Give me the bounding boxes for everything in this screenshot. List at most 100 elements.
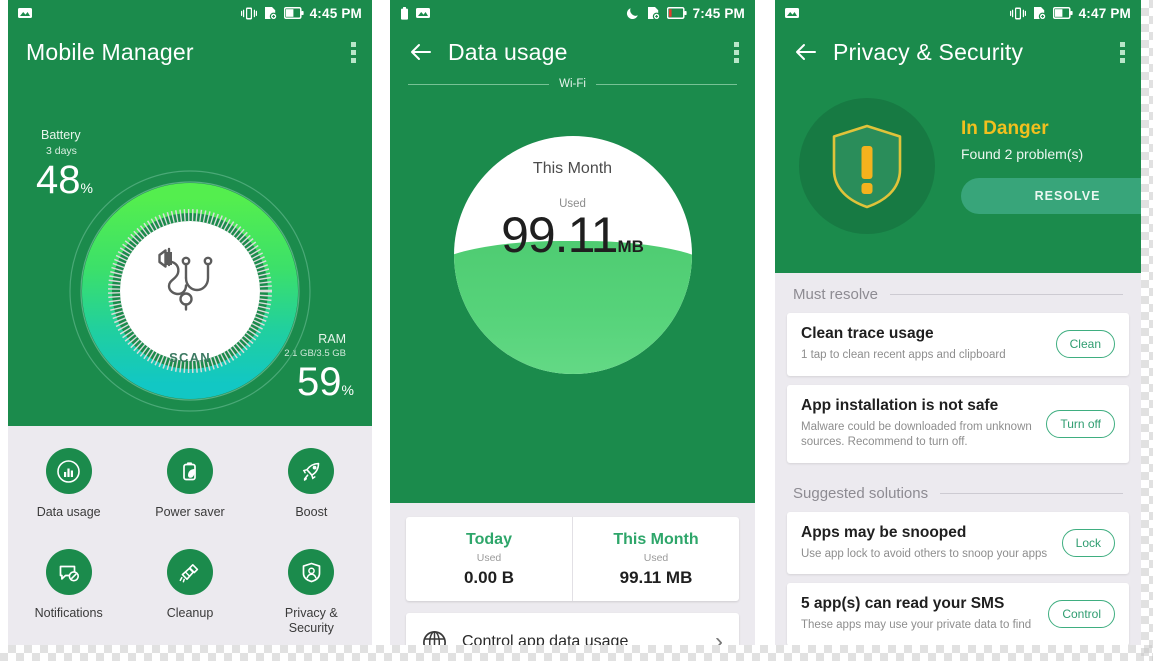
screen-mobile-manager-home: 4:45 PM Mobile Manager Battery 3 days 48… — [8, 0, 372, 645]
screen-data-usage: 7:45 PM Data usage Wi-Fi This Month Used… — [390, 0, 755, 645]
section-label: Suggested solutions — [793, 484, 929, 502]
battery-full-icon — [400, 6, 409, 20]
divider-line-left — [408, 83, 550, 85]
status-bar-data: 7:45 PM — [390, 0, 755, 26]
sdcard-icon — [1032, 6, 1047, 20]
stat-this-month: This Month Used 99.11 MB — [572, 517, 739, 601]
tile-notifications[interactable]: Notifications — [8, 549, 129, 635]
item-description: Use app lock to avoid others to snoop yo… — [801, 547, 1048, 560]
transparency-strip-right — [1141, 0, 1153, 661]
overflow-menu-icon[interactable] — [732, 38, 741, 67]
screenshot-icon — [785, 7, 799, 19]
privacy-issue-list[interactable]: Must resolve Clean trace usage 1 tap to … — [775, 273, 1141, 645]
shortcut-row-2: Notifications Cleanup Privacy & Security — [8, 549, 372, 635]
status-time: 7:45 PM — [692, 5, 745, 21]
item-description: These apps may use your private data to … — [801, 619, 1032, 632]
ram-label: RAM — [318, 332, 346, 346]
divider-line-right — [595, 83, 738, 85]
item-text: Clean trace usage 1 tap to clean recent … — [801, 325, 1056, 364]
app-bar-home: Mobile Manager — [8, 26, 372, 74]
risk-status-subtitle: Found 2 problem(s) — [961, 145, 1084, 162]
tile-label-line1: Privacy & — [284, 606, 338, 621]
status-time: 4:45 PM — [309, 5, 362, 21]
bubble-period: This Month — [532, 160, 613, 177]
usage-stats-card: Today Used 0.00 B This Month Used 99.11 … — [406, 517, 739, 601]
control-app-data-usage-row[interactable]: Control app data usage › — [406, 613, 739, 645]
stat-header: This Month — [613, 530, 699, 548]
vibrate-icon — [1009, 7, 1026, 20]
home-shortcut-grid: Data usage Power saver Boost Notificatio… — [8, 426, 372, 645]
resolve-button[interactable]: RESOLVE — [961, 177, 1141, 214]
section-header-suggested-solutions: Suggested solutions — [787, 472, 1129, 512]
tile-cleanup[interactable]: Cleanup — [129, 549, 250, 635]
warning-shield-icon — [799, 97, 935, 234]
privacy-hero: In Danger Found 2 problem(s) RESOLVE — [775, 74, 1141, 273]
back-arrow-icon[interactable] — [408, 39, 434, 65]
tile-label: Cleanup — [166, 606, 214, 621]
network-divider: Wi-Fi — [390, 74, 755, 90]
item-action-button[interactable]: Turn off — [1046, 409, 1115, 438]
item-text: 5 app(s) can read your SMS These apps ma… — [801, 595, 1048, 634]
stat-header: Today — [466, 530, 512, 548]
sdcard-icon — [263, 6, 278, 20]
shield-person-icon — [288, 549, 335, 596]
list-item[interactable]: Apps may be snooped Use app lock to avoi… — [787, 511, 1129, 575]
bubble-value: 99.11MB — [454, 206, 692, 264]
tile-label: Power saver — [155, 505, 225, 519]
item-title: App installation is not safe — [801, 396, 999, 414]
scan-label: SCAN — [169, 350, 211, 365]
tile-label: Privacy & Security — [285, 606, 338, 635]
battery-low-icon — [666, 7, 687, 19]
item-text: Apps may be snooped Use app lock to avoi… — [801, 524, 1062, 563]
risk-status-title: In Danger — [961, 117, 1049, 139]
tile-label-line2: Security — [288, 620, 334, 635]
scan-dial[interactable] — [65, 166, 315, 416]
risk-summary: In Danger Found 2 problem(s) RESOLVE — [961, 118, 1141, 214]
app-bar-data: Data usage — [390, 26, 755, 74]
list-item[interactable]: Clean trace usage 1 tap to clean recent … — [787, 313, 1129, 376]
ram-percent-unit: % — [341, 382, 354, 398]
notifications-blocked-icon — [45, 549, 92, 596]
tile-boost[interactable]: Boost — [251, 448, 372, 519]
back-arrow-icon[interactable] — [793, 39, 819, 65]
broom-icon — [166, 549, 213, 596]
sdcard-icon — [646, 6, 661, 20]
home-hero: Battery 3 days 48% RAM 2.1 GB/3.5 GB 59% — [8, 74, 372, 426]
section-rule — [940, 492, 1123, 494]
chevron-right-icon: › — [715, 628, 723, 646]
list-item[interactable]: 5 app(s) can read your SMS These apps ma… — [787, 583, 1129, 645]
item-action-button[interactable]: Clean — [1055, 330, 1115, 359]
overflow-menu-icon[interactable] — [349, 38, 358, 67]
list-item[interactable]: App installation is not safe Malware cou… — [787, 384, 1129, 463]
tile-privacy-security[interactable]: Privacy & Security — [251, 549, 372, 635]
app-bar-privacy: Privacy & Security — [775, 26, 1141, 74]
data-usage-icon — [45, 448, 92, 494]
tile-power-saver[interactable]: Power saver — [129, 448, 250, 519]
data-hero: Wi-Fi This Month Used 99.11MB — [390, 74, 755, 503]
screen-privacy-security: 4:47 PM Privacy & Security In Danger Fou… — [775, 0, 1141, 645]
stat-value: 0.00 B — [463, 567, 515, 587]
data-lower-section: Today Used 0.00 B This Month Used 99.11 … — [390, 503, 755, 645]
tile-data-usage[interactable]: Data usage — [8, 448, 129, 519]
shortcut-row-1: Data usage Power saver Boost — [8, 448, 372, 519]
battery-icon — [283, 7, 304, 19]
item-title: Apps may be snooped — [801, 523, 967, 541]
do-not-disturb-moon-icon — [626, 6, 640, 20]
status-time: 4:47 PM — [1078, 5, 1131, 21]
overflow-menu-icon[interactable] — [1118, 38, 1127, 67]
bubble-value-unit: MB — [617, 237, 644, 256]
network-label: Wi-Fi — [559, 78, 586, 90]
usage-bubble: This Month Used 99.11MB — [453, 136, 692, 374]
page-title: Mobile Manager — [26, 38, 194, 65]
item-description: Malware could be downloaded from unknown… — [801, 420, 1032, 449]
item-action-button[interactable]: Lock — [1061, 528, 1115, 557]
stat-caption: Used — [643, 551, 669, 564]
item-title: 5 app(s) can read your SMS — [801, 595, 1005, 613]
status-bar-privacy: 4:47 PM — [775, 0, 1141, 26]
screenshot-icon — [18, 7, 32, 19]
page-title: Privacy & Security — [833, 38, 1024, 65]
section-header-must-resolve: Must resolve — [787, 273, 1129, 313]
battery-label: Battery — [41, 128, 81, 142]
item-action-button[interactable]: Control — [1048, 600, 1115, 629]
section-rule — [890, 294, 1123, 295]
